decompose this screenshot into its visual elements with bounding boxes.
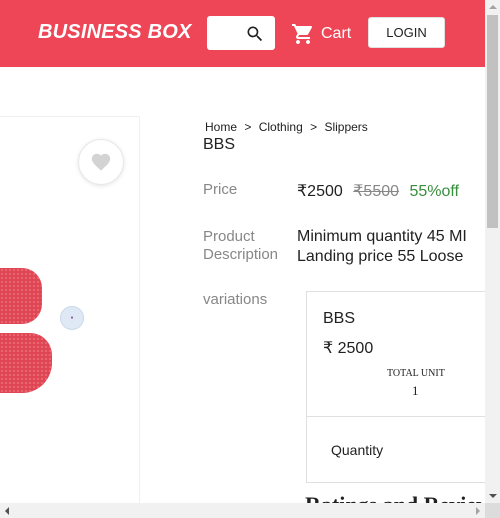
product-badge: ●: [60, 306, 84, 330]
breadcrumb-home[interactable]: Home: [205, 120, 237, 134]
cart-label: Cart: [321, 25, 352, 42]
wishlist-button[interactable]: [78, 139, 124, 185]
breadcrumb-clothing[interactable]: Clothing: [259, 120, 303, 134]
description-line1: Minimum quantity 45 MI: [297, 228, 467, 245]
product-description: Minimum quantity 45 MI Landing price 55 …: [297, 227, 467, 267]
login-button[interactable]: LOGIN: [368, 17, 445, 48]
current-price: ₹2500: [297, 183, 343, 200]
scroll-left-arrow-icon[interactable]: [5, 507, 9, 515]
scroll-down-arrow-icon[interactable]: [489, 494, 497, 498]
vertical-scroll-thumb[interactable]: [487, 15, 498, 228]
variation-option[interactable]: BBS ₹ 2500 TOTAL UNIT 1: [307, 292, 485, 417]
quantity-label: Quantity: [331, 442, 384, 458]
search-input[interactable]: [207, 16, 275, 50]
brand-logo[interactable]: BUSINESS BOX: [38, 21, 192, 44]
shopping-cart-icon: [292, 24, 313, 44]
breadcrumb-separator: >: [244, 120, 252, 134]
breadcrumb: Home > Clothing > Slippers: [203, 120, 370, 134]
original-price: ₹5500: [353, 183, 400, 200]
scroll-up-arrow-icon[interactable]: [489, 5, 497, 9]
description-label-line2: Description: [203, 246, 279, 263]
total-unit-value: 1: [412, 383, 419, 398]
price-label: Price: [203, 181, 238, 198]
search-icon[interactable]: [245, 24, 265, 44]
variations-label: variations: [203, 291, 268, 308]
cart-button[interactable]: Cart: [291, 22, 351, 46]
product-title: BBS: [203, 136, 236, 153]
variation-card: BBS ₹ 2500 TOTAL UNIT 1 Quantity: [306, 291, 485, 483]
description-line2: Landing price 55 Loose: [297, 248, 464, 265]
ratings-heading: Ratings and Reviews: [305, 492, 485, 503]
horizontal-scrollbar[interactable]: [0, 503, 485, 518]
heart-icon: [91, 153, 111, 171]
variation-name: BBS: [323, 310, 356, 327]
breadcrumb-slippers[interactable]: Slippers: [324, 120, 367, 134]
breadcrumb-separator: >: [310, 120, 318, 134]
total-unit-label: TOTAL UNIT: [387, 368, 445, 379]
scroll-right-arrow-icon[interactable]: [476, 507, 480, 515]
product-image[interactable]: [0, 268, 42, 324]
discount-label: 55%off: [409, 183, 459, 200]
price-row: ₹2500 ₹5500 55%off: [297, 181, 459, 201]
description-label: Product Description: [203, 228, 278, 264]
page-viewport: BUSINESS BOX Cart LOGIN ● Home > Clothin…: [0, 0, 485, 503]
scrollbar-corner: [485, 503, 500, 518]
vertical-scrollbar[interactable]: [485, 0, 500, 503]
top-header: BUSINESS BOX Cart LOGIN: [0, 0, 485, 67]
description-label-line1: Product: [203, 228, 255, 245]
variation-price: ₹ 2500: [323, 340, 374, 357]
